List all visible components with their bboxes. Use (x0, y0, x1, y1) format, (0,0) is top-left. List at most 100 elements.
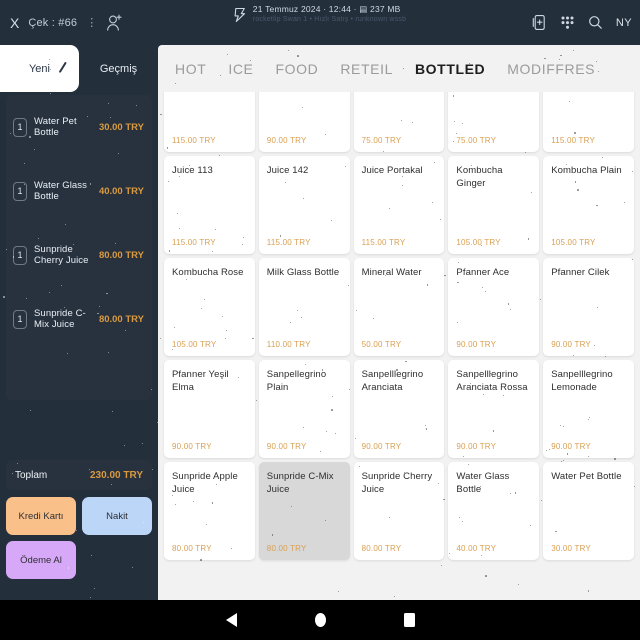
tab-gecmis[interactable]: Geçmiş (79, 45, 158, 92)
overflow-menu-icon[interactable]: ⋮ (86, 16, 97, 29)
product-name: Sanpelllegrino Aranciata (361, 369, 424, 393)
edit-pencil-icon[interactable] (58, 61, 67, 76)
tab-modiffres[interactable]: MODIFFRES (496, 61, 606, 77)
product-card[interactable]: Sanpelllegrino Aranciata 90.00 TRY (353, 360, 445, 458)
decorative-speckle (485, 290, 487, 292)
back-icon[interactable] (225, 613, 237, 627)
keypad-icon[interactable] (560, 15, 575, 31)
product-card[interactable]: 115.00 TRY (543, 92, 634, 152)
product-card[interactable]: Sanpelllegrino Aranciata Rossa 90.00 TRY (448, 360, 540, 458)
tab-bottled[interactable]: BOTTLED (404, 61, 496, 77)
product-price: 90.00 TRY (361, 442, 402, 451)
product-price: 40.00 TRY (456, 544, 497, 553)
decorative-speckle (172, 348, 173, 350)
decorative-speckle (179, 227, 180, 229)
check-number-label[interactable]: Çek : #66 (28, 17, 77, 29)
product-card[interactable]: 75.00 TRY (448, 92, 540, 152)
decorative-speckle (81, 75, 83, 77)
decorative-speckle (151, 468, 153, 470)
order-item-row[interactable]: 1 Sunpride C-Mix Juice 80.00 TRY (6, 287, 152, 351)
decorative-speckle (565, 163, 567, 165)
product-card[interactable]: Juice 142 115.00 TRY (258, 156, 350, 254)
product-name: Sanpelllegrino Aranciata Rossa (456, 369, 528, 393)
datetime-text: 21 Temmuz 2024 · 12:44 · (252, 4, 357, 14)
product-price: 90.00 TRY (266, 136, 307, 145)
user-initials-badge[interactable]: NY (616, 17, 632, 29)
decorative-speckle (61, 284, 63, 286)
product-card[interactable]: Juice Portakal 115.00 TRY (353, 156, 445, 254)
order-item-price: 30.00 TRY (98, 121, 144, 133)
tab-food[interactable]: FOOD (265, 61, 330, 77)
home-icon[interactable] (314, 613, 326, 627)
product-price: 105.00 TRY (551, 238, 596, 247)
product-card[interactable]: Pfanner Yeşil Elma 90.00 TRY (164, 360, 255, 458)
decorative-speckle (157, 206, 159, 208)
order-item-name: Water Glass Bottle (34, 180, 88, 202)
decorative-speckle (167, 180, 169, 182)
product-card[interactable]: Kombucha Plain 105.00 TRY (543, 156, 634, 254)
product-card[interactable]: Water Glass Bottle 40.00 TRY (448, 462, 540, 560)
order-item-row[interactable]: 1 Water Glass Bottle 40.00 TRY (6, 159, 152, 223)
product-price: 90.00 TRY (266, 442, 307, 451)
product-price: 90.00 TRY (456, 442, 497, 451)
product-price: 90.00 TRY (551, 340, 591, 349)
product-card[interactable]: Sunpride Apple Juice 80.00 TRY (164, 462, 255, 560)
order-item-qty: 1 (13, 245, 27, 265)
product-card[interactable]: Sanpelllegrino Lemonade 90.00 TRY (543, 360, 634, 458)
product-card[interactable]: Sanpellegrino Plain 90.00 TRY (258, 360, 350, 458)
take-payment-button[interactable]: Ödeme Al (6, 541, 76, 579)
decorative-speckle (225, 329, 227, 331)
tab-ice[interactable]: ICE (217, 61, 264, 77)
decorative-speckle (23, 162, 25, 164)
recents-icon[interactable] (403, 613, 415, 627)
decorative-speckle (545, 449, 547, 451)
memory-text: 237 MB (370, 4, 401, 14)
decorative-speckle (302, 426, 304, 428)
product-card[interactable]: Milk Glass Bottle 110.00 TRY (258, 258, 350, 356)
decorative-speckle (173, 327, 175, 329)
product-card[interactable]: Kombucha Ginger 105.00 TRY (448, 156, 540, 254)
decorative-speckle (467, 464, 469, 465)
product-card[interactable]: Water Pet Bottle 30.00 TRY (543, 462, 634, 560)
app-logo-icon (234, 7, 247, 28)
decorative-speckle (469, 382, 471, 384)
product-card[interactable]: Sunpride Cherry Juice 80.00 TRY (353, 462, 445, 560)
decorative-speckle (156, 421, 158, 423)
add-user-icon[interactable] (106, 13, 123, 32)
category-tab-bar: HOT ICE FOOD RETEIL BOTTLED MODIFFRES (158, 45, 640, 92)
decorative-speckle (302, 197, 304, 199)
product-card[interactable]: Pfanner Ace 90.00 TRY (448, 258, 540, 356)
decorative-speckle (289, 321, 291, 323)
product-price: 90.00 TRY (551, 442, 591, 451)
order-item-row[interactable]: 1 Water Pet Bottle 30.00 TRY (6, 95, 152, 159)
product-card[interactable]: 115.00 TRY (164, 92, 255, 152)
decorative-speckle (66, 352, 68, 354)
product-card[interactable]: Mineral Water 50.00 TRY (353, 258, 445, 356)
product-card[interactable]: Pfanner Cilek 90.00 TRY (543, 258, 634, 356)
tab-yeni[interactable]: Yeni (0, 45, 79, 92)
cash-button[interactable]: Nakit (82, 497, 152, 535)
decorative-speckle (403, 472, 405, 474)
tab-hot[interactable]: HOT (158, 61, 217, 77)
credit-card-button[interactable]: Kredi Kartı (6, 497, 76, 535)
decorative-speckle (107, 102, 109, 104)
search-icon[interactable] (588, 15, 603, 30)
product-grid-scroll[interactable]: 115.00 TRY 90.00 TRY 75.00 TRY 75.00 TRY 115… (158, 92, 640, 640)
close-icon[interactable]: X (10, 16, 19, 30)
product-card[interactable]: 90.00 TRY (258, 92, 350, 152)
decorative-speckle (457, 485, 459, 487)
tab-reteil[interactable]: RETEIL (329, 61, 404, 77)
order-panel: Yeni Geçmiş 1 Water Pet Bottle 30.00 TRY… (0, 45, 158, 600)
order-item-row[interactable]: 1 Sunpride Cherry Juice 80.00 TRY (6, 223, 152, 287)
add-card-icon[interactable] (532, 14, 547, 31)
order-item-name: Sunpride Cherry Juice (34, 244, 89, 266)
order-items-list[interactable]: 1 Water Pet Bottle 30.00 TRY 1 Water Gla… (6, 95, 152, 400)
product-name: Pfanner Ace (456, 267, 510, 278)
product-card[interactable]: Juice 113 115.00 TRY (164, 156, 255, 254)
product-name: Pfanner Yeşil Elma (172, 369, 229, 393)
product-name: Kombucha Plain (551, 165, 622, 176)
decorative-speckle (561, 460, 562, 462)
product-card[interactable]: Sunpride C-Mix Juice 80.00 TRY (258, 462, 350, 560)
product-card[interactable]: 75.00 TRY (353, 92, 445, 152)
product-card[interactable]: Kombucha Rose 105.00 TRY (164, 258, 255, 356)
